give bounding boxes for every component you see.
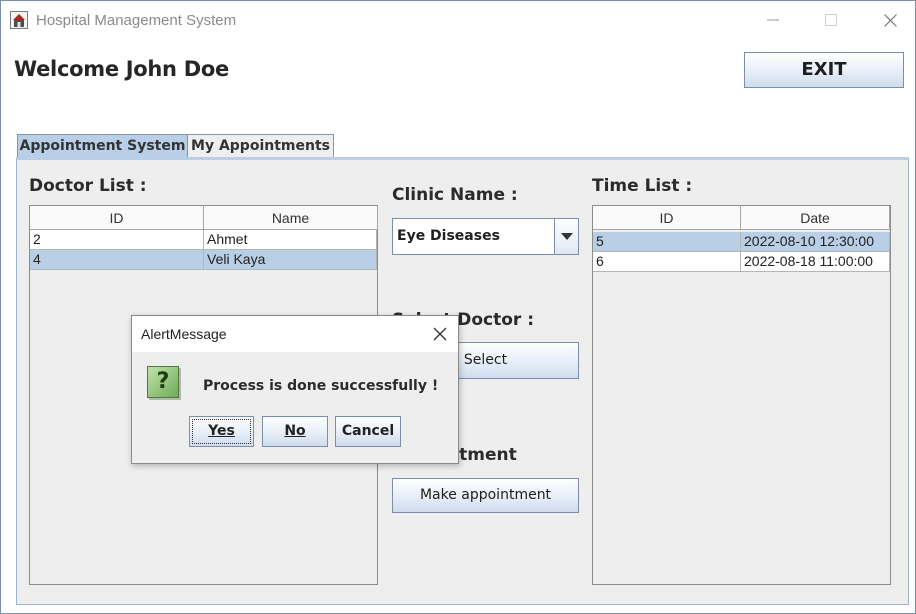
- time-table-row-selected[interactable]: 5 2022-08-10 12:30:00: [593, 232, 890, 252]
- no-button[interactable]: No: [262, 416, 328, 447]
- clinic-select-arrow[interactable]: [554, 219, 578, 254]
- time-list-label: Time List :: [592, 176, 693, 196]
- doctor-name-cell: Veli Kaya: [204, 250, 377, 270]
- doctor-table-header-id[interactable]: ID: [30, 206, 204, 230]
- yes-button-label: Yes: [208, 423, 235, 439]
- doctor-name-cell: Ahmet: [204, 230, 377, 250]
- maximize-icon: [825, 14, 837, 26]
- time-table-header-date[interactable]: Date: [741, 206, 890, 230]
- window-title: Hospital Management System: [36, 12, 237, 29]
- no-button-label: No: [284, 423, 306, 439]
- close-icon[interactable]: [432, 326, 448, 342]
- clinic-select[interactable]: Eye Diseases: [392, 218, 579, 255]
- maximize-button[interactable]: [811, 7, 851, 33]
- tab-appointment-system[interactable]: Appointment System: [17, 134, 188, 158]
- minimize-button[interactable]: [753, 7, 793, 33]
- clinic-name-label: Clinic Name :: [392, 185, 518, 205]
- time-id-cell: 5: [593, 232, 741, 252]
- time-id-cell: 6: [593, 252, 741, 272]
- make-appointment-button[interactable]: Make appointment: [392, 478, 579, 513]
- welcome-heading: Welcome John Doe: [14, 57, 229, 81]
- alert-dialog: AlertMessage ? Process is done successfu…: [131, 315, 459, 464]
- cancel-button[interactable]: Cancel: [335, 416, 401, 447]
- doctor-table-header-name[interactable]: Name: [204, 206, 378, 230]
- time-table: ID Date 5 2022-08-10 12:30:00 6 2022-08-…: [592, 205, 891, 585]
- title-bar: Hospital Management System: [1, 1, 915, 39]
- window-close-button[interactable]: [870, 7, 910, 33]
- time-date-cell: 2022-08-18 11:00:00: [741, 252, 890, 272]
- yes-button[interactable]: Yes: [189, 416, 254, 447]
- cancel-button-label: Cancel: [341, 423, 395, 439]
- doctor-table-row[interactable]: 2 Ahmet: [30, 230, 377, 250]
- chevron-down-icon: [560, 233, 573, 240]
- minimize-icon: [767, 19, 779, 21]
- doctor-id-cell: 2: [30, 230, 204, 250]
- tab-my-appointments[interactable]: My Appointments: [188, 134, 334, 158]
- hospital-app-icon: [10, 11, 28, 29]
- main-window: Hospital Management System Welcome John …: [0, 0, 916, 614]
- alert-dialog-message: Process is done successfully !: [203, 378, 439, 394]
- alert-dialog-title-bar: AlertMessage: [132, 316, 458, 352]
- close-icon: [883, 14, 897, 27]
- question-icon: ?: [147, 366, 179, 398]
- time-table-header-id[interactable]: ID: [593, 206, 741, 230]
- time-table-row[interactable]: 6 2022-08-18 11:00:00: [593, 252, 890, 272]
- doctor-table-row-selected[interactable]: 4 Veli Kaya: [30, 250, 377, 270]
- doctor-id-cell: 4: [30, 250, 204, 270]
- alert-dialog-title: AlertMessage: [141, 326, 227, 342]
- doctor-list-label: Doctor List :: [29, 176, 147, 196]
- exit-button[interactable]: EXIT: [744, 52, 904, 88]
- time-date-cell: 2022-08-10 12:30:00: [741, 232, 890, 252]
- clinic-select-value: Eye Diseases: [397, 228, 500, 244]
